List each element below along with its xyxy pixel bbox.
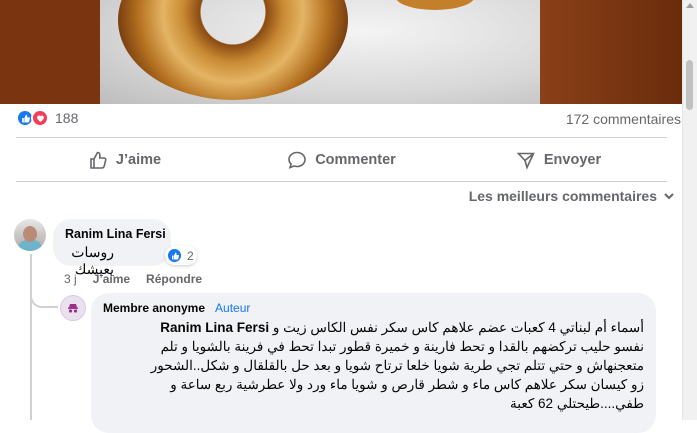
thread-line [30,254,32,420]
sort-label: Les meilleurs commentaires [468,188,657,204]
like-label: J’aime [115,152,162,168]
send-label: Envoyer [543,152,602,168]
reply-text: أسماء أم لبناتي 4 كعبات عضم علاهم كاس سك… [103,318,644,413]
anonymous-avatar-icon[interactable] [60,295,86,321]
comment-button[interactable]: Commenter [233,140,450,180]
scrollbar[interactable] [682,0,697,420]
reply-line-3: متعجنهاش و حتي تتلم تجي طرية شويا خلعا ت… [150,358,644,373]
divider-bottom [16,181,667,182]
comment-bubble: Ranim Lina Fersi روسات يعيشك [53,219,171,277]
post-action-bar: J’aime Commenter Envoyer [16,140,667,180]
reply-bubble: Membre anonyme Auteur أسماء أم لبناتي 4 … [91,293,656,433]
comment-reaction-count: 2 [187,248,194,263]
comment-author[interactable]: Ranim Lina Fersi [65,227,166,241]
reaction-summary[interactable]: 188 [16,109,78,127]
reply-line-2: نفسو حليب تركضهم بالقدا و تحط فارينة و خ… [160,339,644,354]
reply-line-1: أسماء أم لبناتي 4 كعبات عضم علاهم كاس سك… [103,318,644,337]
like-button[interactable]: J’aime [16,140,233,180]
reply-author[interactable]: Membre anonyme [103,301,205,315]
comment-label: Commenter [315,152,396,168]
comment-icon [288,151,307,169]
wooden-table [540,0,683,104]
reaction-count[interactable]: 188 [55,110,78,126]
send-icon [516,152,535,170]
reply-line-5: طفي....طيحتلي 62 كعبة [510,396,644,411]
comment-reply-button[interactable]: Répondre [146,272,202,286]
comment-sort-dropdown[interactable]: Les meilleurs commentaires [469,188,675,204]
comment-reactions[interactable]: 2 [165,246,197,265]
mention-link[interactable]: Ranim Lina Fersi [160,320,269,335]
send-button[interactable]: Envoyer [450,140,667,180]
reply-line-4: زو كيسان سكر علاهم كاس ماء و شطر قارص و … [170,377,644,392]
like-reaction-icon [166,247,183,264]
divider-top [16,137,667,138]
thread-connector [30,284,58,308]
reply-header: Membre anonyme Auteur [103,301,250,315]
chevron-down-icon [664,193,674,200]
love-reaction-icon [31,109,49,127]
reply-text-part: أسماء أم لبناتي 4 كعبات عضم علاهم كاس سك… [272,320,644,335]
scroll-up-icon[interactable] [686,3,694,8]
comments-count[interactable]: 172 commentaires [566,111,681,127]
comment-time[interactable]: 3 j [64,272,77,286]
comment-meta: 3 j J’aime Répondre [64,272,202,286]
avatar[interactable] [14,219,46,251]
thumb-up-icon [90,151,107,169]
avatar-face [23,226,37,242]
comment-like-button[interactable]: J’aime [93,272,130,286]
scrollbar-thumb[interactable] [686,60,693,110]
author-badge: Auteur [215,301,251,315]
post-photo[interactable] [0,0,683,104]
